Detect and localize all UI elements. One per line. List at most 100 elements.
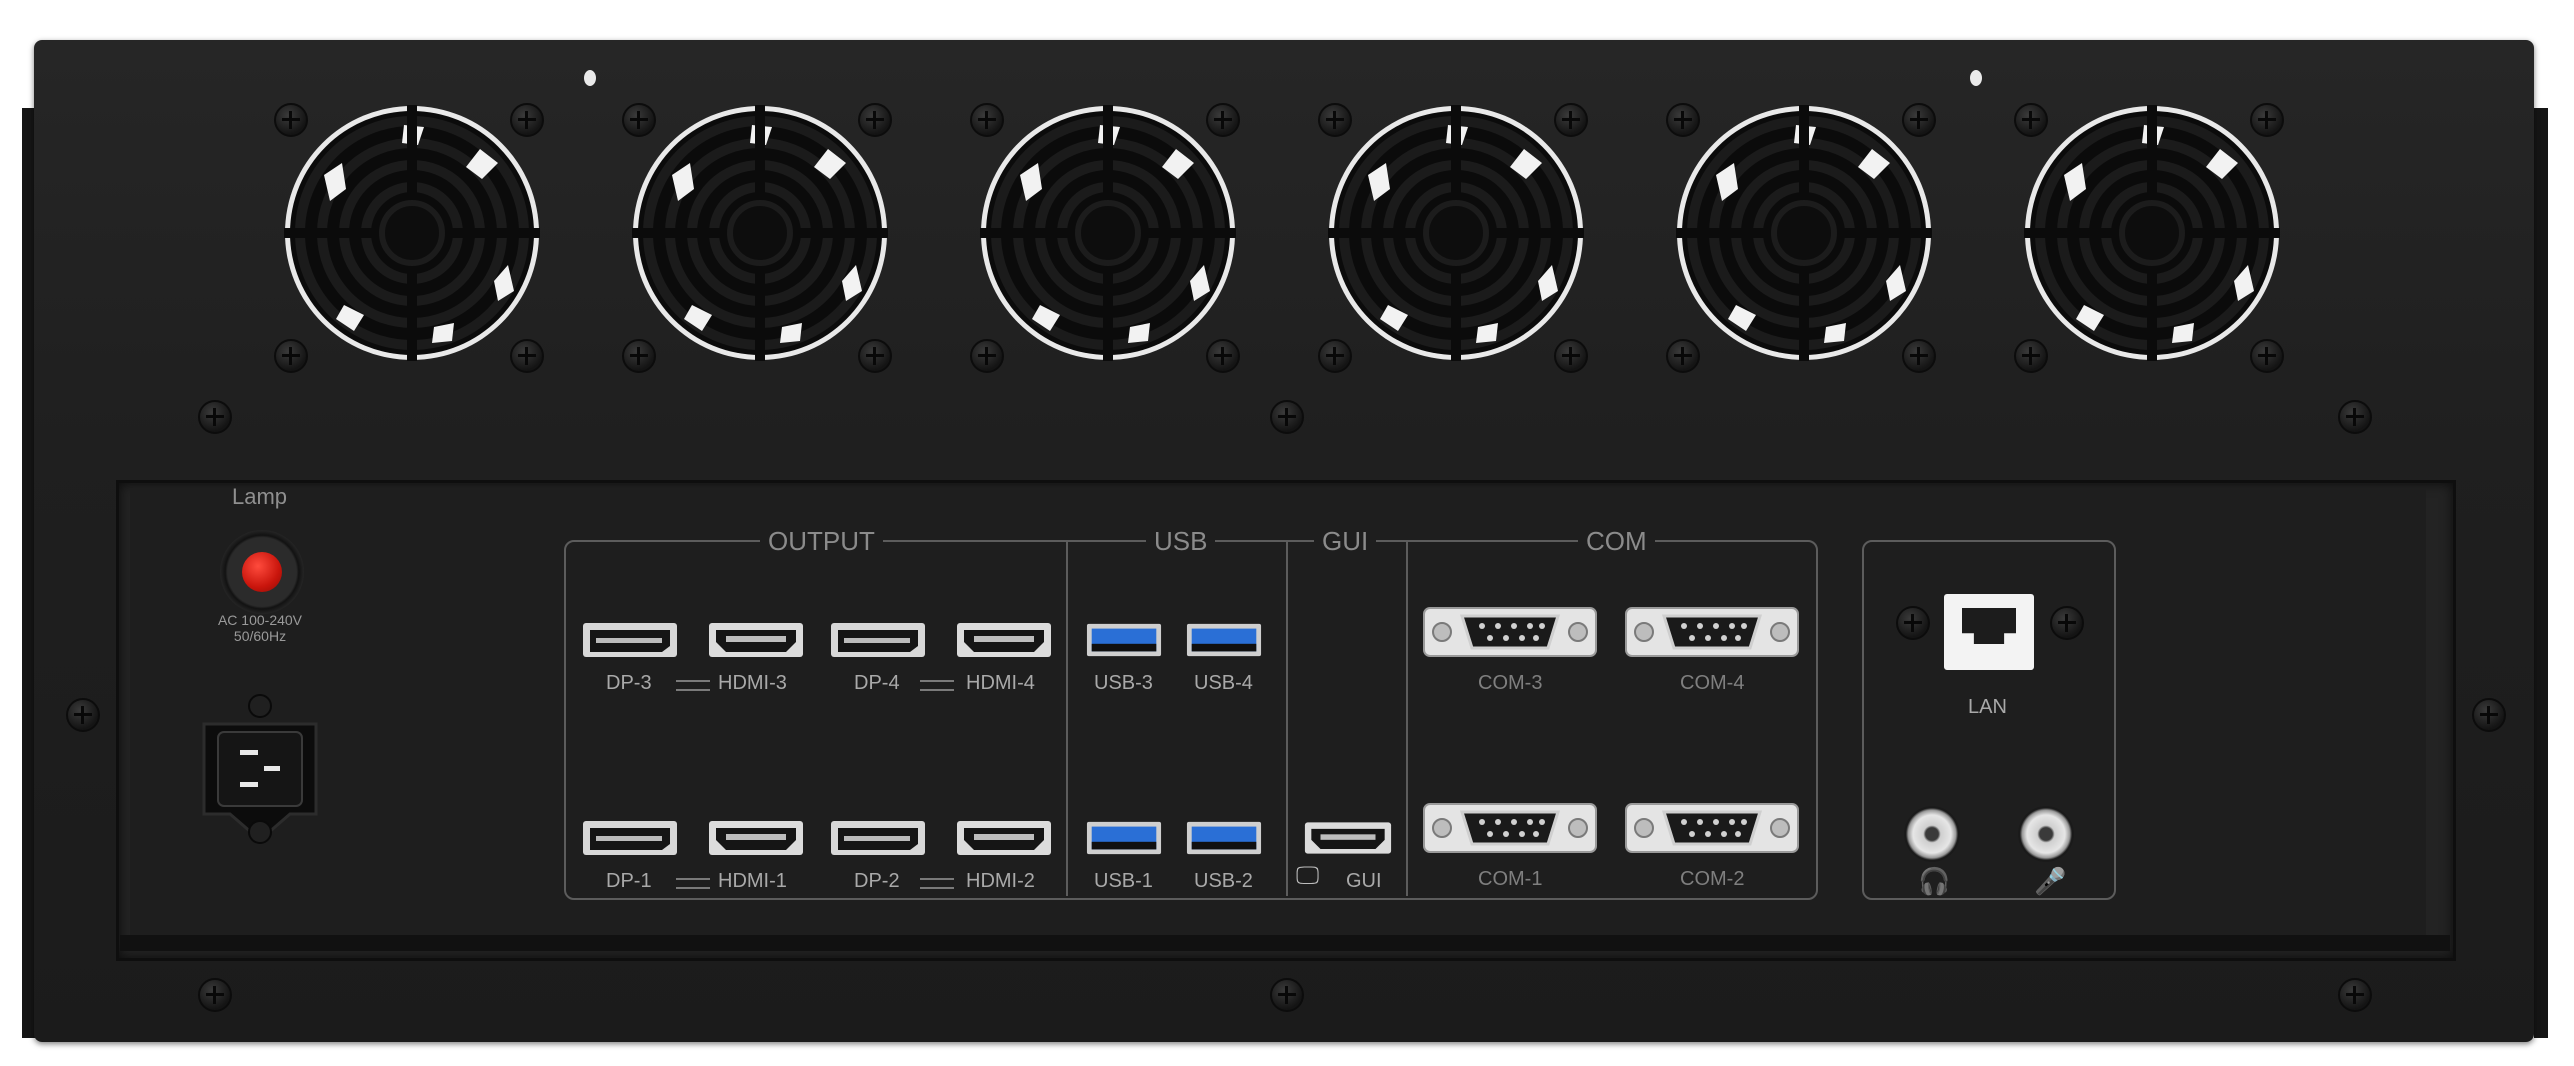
headphone-jack[interactable] xyxy=(1904,806,1960,862)
dp2-label: DP-2 xyxy=(854,870,900,892)
screw-icon xyxy=(2050,606,2084,640)
screw-icon xyxy=(2250,103,2284,137)
usb-icon[interactable] xyxy=(1186,820,1262,856)
displayport-icon[interactable] xyxy=(830,820,926,856)
paired-link-mark xyxy=(676,680,710,691)
monitor-icon: 🖵 xyxy=(1296,862,1320,889)
group-divider xyxy=(1406,540,1408,896)
com3-label: COM-3 xyxy=(1478,672,1543,694)
fan-icon xyxy=(1676,105,1932,361)
ac-voltage: AC 100-240V xyxy=(217,612,303,628)
screw-icon xyxy=(1318,339,1352,373)
db9-serial-icon[interactable] xyxy=(1624,800,1800,856)
fan-icon xyxy=(284,105,540,361)
screw-icon xyxy=(2250,339,2284,373)
dp4-label: DP-4 xyxy=(854,672,900,694)
ac-rating: AC 100-240V 50/60Hz xyxy=(210,612,310,644)
db9-serial-icon[interactable] xyxy=(1422,800,1598,856)
com1-label: COM-1 xyxy=(1478,868,1543,890)
screw-icon xyxy=(510,339,544,373)
screw-icon xyxy=(274,339,308,373)
io-panel-lip xyxy=(120,935,2450,951)
screw-icon xyxy=(622,339,656,373)
screw-icon xyxy=(1554,339,1588,373)
screw-icon xyxy=(970,103,1004,137)
hdmi3-label: HDMI-3 xyxy=(718,672,787,694)
iec-power-inlet-icon[interactable] xyxy=(194,694,326,844)
screw-icon xyxy=(1666,339,1700,373)
screw-icon xyxy=(2472,698,2506,732)
screw-icon xyxy=(274,103,308,137)
usb-group-title: USB xyxy=(1146,526,1216,557)
screw-icon xyxy=(1666,103,1700,137)
screw-icon xyxy=(858,103,892,137)
screw-icon xyxy=(1318,103,1352,137)
displayport-icon[interactable] xyxy=(830,622,926,658)
fan-icon xyxy=(2024,105,2280,361)
usb-icon[interactable] xyxy=(1186,622,1262,658)
usb3-label: USB-3 xyxy=(1094,672,1153,694)
hdmi-icon[interactable] xyxy=(1304,820,1392,856)
screw-icon xyxy=(510,103,544,137)
right-rack-ear xyxy=(2534,108,2548,1038)
fan-icon xyxy=(1328,105,1584,361)
dp1-label: DP-1 xyxy=(606,870,652,892)
screw-icon xyxy=(1206,103,1240,137)
paired-link-mark xyxy=(920,878,954,889)
screw-icon xyxy=(2338,978,2372,1012)
mount-hole xyxy=(1970,70,1982,86)
hdmi-icon[interactable] xyxy=(708,622,804,658)
paired-link-mark xyxy=(676,878,710,889)
screw-icon xyxy=(2338,400,2372,434)
mount-hole xyxy=(584,70,596,86)
usb-icon[interactable] xyxy=(1086,820,1162,856)
microphone-jack[interactable] xyxy=(2018,806,2074,862)
usb4-label: USB-4 xyxy=(1194,672,1253,694)
displayport-icon[interactable] xyxy=(582,820,678,856)
paired-link-mark xyxy=(920,680,954,691)
screw-icon xyxy=(1270,400,1304,434)
dp3-label: DP-3 xyxy=(606,672,652,694)
gui-label: GUI xyxy=(1346,870,1382,892)
power-button-icon[interactable] xyxy=(220,530,304,614)
com2-label: COM-2 xyxy=(1680,868,1745,890)
screw-icon xyxy=(1902,339,1936,373)
hdmi1-label: HDMI-1 xyxy=(718,870,787,892)
gui-group-title: GUI xyxy=(1314,526,1377,557)
hdmi-icon[interactable] xyxy=(956,622,1052,658)
com4-label: COM-4 xyxy=(1680,672,1745,694)
db9-serial-icon[interactable] xyxy=(1422,604,1598,660)
screw-icon xyxy=(1270,978,1304,1012)
screw-icon xyxy=(970,339,1004,373)
hdmi-icon[interactable] xyxy=(956,820,1052,856)
fan-icon xyxy=(980,105,1236,361)
displayport-icon[interactable] xyxy=(582,622,678,658)
screw-icon xyxy=(1896,606,1930,640)
usb1-label: USB-1 xyxy=(1094,870,1153,892)
db9-serial-icon[interactable] xyxy=(1624,604,1800,660)
screw-icon xyxy=(1206,339,1240,373)
lan-label: LAN xyxy=(1968,696,2007,718)
ac-frequency: 50/60Hz xyxy=(233,628,287,644)
rj45-icon[interactable] xyxy=(1944,594,2034,670)
lamp-label: Lamp xyxy=(232,484,288,509)
screw-icon xyxy=(198,400,232,434)
screw-icon xyxy=(1554,103,1588,137)
hdmi2-label: HDMI-2 xyxy=(966,870,1035,892)
output-group-title: OUTPUT xyxy=(760,526,883,557)
headphone-icon: 🎧 xyxy=(1918,866,1951,896)
microphone-icon: 🎤 xyxy=(2034,866,2067,896)
screw-icon xyxy=(2014,103,2048,137)
screw-icon xyxy=(66,698,100,732)
com-group-title: COM xyxy=(1578,526,1655,557)
hdmi4-label: HDMI-4 xyxy=(966,672,1035,694)
hdmi-icon[interactable] xyxy=(708,820,804,856)
screw-icon xyxy=(858,339,892,373)
usb-icon[interactable] xyxy=(1086,622,1162,658)
screw-icon xyxy=(2014,339,2048,373)
screw-icon xyxy=(1902,103,1936,137)
group-divider xyxy=(1066,540,1068,896)
fan-icon xyxy=(632,105,888,361)
usb2-label: USB-2 xyxy=(1194,870,1253,892)
group-divider xyxy=(1286,540,1288,896)
